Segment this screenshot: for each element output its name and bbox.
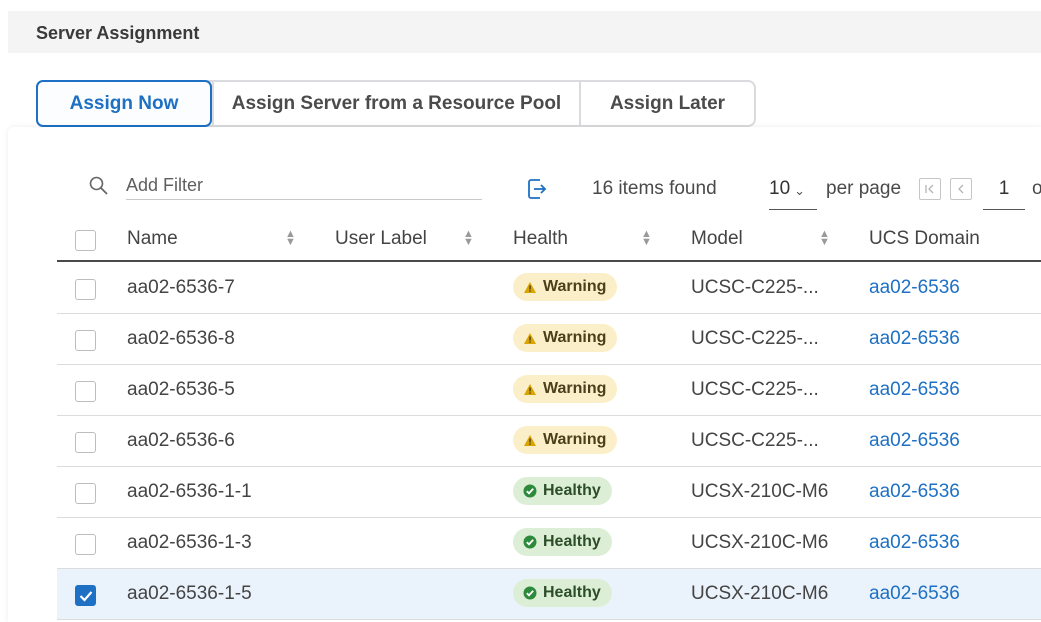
health-label: Healthy bbox=[543, 482, 601, 499]
server-name: aa02-6536-7 bbox=[127, 277, 235, 298]
health-badge: Warning bbox=[513, 324, 618, 352]
sort-icon[interactable]: ▲ ▼ bbox=[641, 229, 652, 248]
ucs-domain-link[interactable]: aa02-6536 bbox=[869, 481, 960, 503]
health-label: Warning bbox=[543, 329, 607, 346]
sort-icon[interactable]: ▲ ▼ bbox=[463, 229, 474, 248]
ucs-domain-link[interactable]: aa02-6536 bbox=[869, 379, 960, 401]
server-model: UCSC-C225-... bbox=[691, 379, 819, 400]
table-row[interactable]: aa02-6536-1-5 Healthy UCSX-210C-M6 aa02-653… bbox=[57, 569, 1041, 620]
row-checkbox[interactable] bbox=[75, 534, 96, 555]
tab-assign-now[interactable]: Assign Now bbox=[36, 80, 212, 127]
server-name: aa02-6536-6 bbox=[127, 430, 235, 451]
server-name: aa02-6536-8 bbox=[127, 328, 235, 349]
row-checkbox[interactable] bbox=[75, 585, 96, 606]
column-header-model[interactable]: Model bbox=[691, 228, 743, 250]
assignment-mode-tabs: Assign Now Assign Server from a Resource… bbox=[36, 80, 756, 127]
section-title: Server Assignment bbox=[36, 23, 200, 43]
first-page-button[interactable] bbox=[919, 178, 941, 200]
table-row[interactable]: aa02-6536-7 Warning UCSC-C225-... aa02-6536 bbox=[57, 263, 1041, 314]
server-model: UCSX-210C-M6 bbox=[691, 583, 829, 604]
health-label: Healthy bbox=[543, 584, 601, 601]
row-checkbox[interactable] bbox=[75, 330, 96, 351]
ucs-domain-link[interactable]: aa02-6536 bbox=[869, 532, 960, 554]
column-header-name[interactable]: Name bbox=[127, 228, 178, 250]
health-badge: Warning bbox=[513, 426, 618, 454]
check-circle-icon bbox=[523, 484, 537, 498]
sort-icon[interactable]: ▲ ▼ bbox=[819, 229, 830, 248]
ucs-domain-link[interactable]: aa02-6536 bbox=[869, 328, 960, 350]
row-checkbox[interactable] bbox=[75, 279, 96, 300]
row-checkbox[interactable] bbox=[75, 381, 96, 402]
table-header: Name ▲ ▼ User Label ▲ ▼ Health ▲ ▼ Model ▲ ▼… bbox=[57, 216, 1041, 262]
health-label: Healthy bbox=[543, 533, 601, 550]
prev-page-icon bbox=[958, 184, 964, 194]
table-row[interactable]: aa02-6536-5 Warning UCSC-C225-... aa02-6536 bbox=[57, 365, 1041, 416]
server-model: UCSC-C225-... bbox=[691, 430, 819, 451]
checkmark-icon bbox=[79, 590, 92, 602]
per-page-select[interactable]: 10 ⌄ bbox=[769, 176, 817, 210]
check-circle-icon bbox=[523, 586, 537, 600]
section-header: Server Assignment bbox=[8, 11, 1041, 53]
server-name: aa02-6536-5 bbox=[127, 379, 235, 400]
health-badge: Healthy bbox=[513, 528, 612, 556]
server-model: UCSX-210C-M6 bbox=[691, 532, 829, 553]
table-row[interactable]: aa02-6536-8 Warning UCSC-C225-... aa02-6536 bbox=[57, 314, 1041, 365]
filter-input[interactable] bbox=[126, 172, 482, 200]
first-page-icon bbox=[925, 184, 934, 194]
health-label: Warning bbox=[543, 431, 607, 448]
per-page-value: 10 bbox=[769, 178, 791, 199]
search-icon bbox=[89, 176, 108, 195]
server-name: aa02-6536-1-5 bbox=[127, 583, 252, 604]
page-number-input[interactable]: 1 bbox=[983, 176, 1025, 210]
health-label: Warning bbox=[543, 278, 607, 295]
prev-page-button[interactable] bbox=[950, 178, 972, 200]
ucs-domain-link[interactable]: aa02-6536 bbox=[869, 430, 960, 452]
ucs-domain-link[interactable]: aa02-6536 bbox=[869, 277, 960, 299]
warning-triangle-icon bbox=[524, 332, 536, 344]
warning-triangle-icon bbox=[524, 383, 536, 395]
tab-assign-later[interactable]: Assign Later bbox=[579, 82, 754, 125]
table-row[interactable]: aa02-6536-1-3 Healthy UCSX-210C-M6 aa02-653… bbox=[57, 518, 1041, 569]
server-name: aa02-6536-1-1 bbox=[127, 481, 252, 502]
check-circle-icon bbox=[523, 535, 537, 549]
column-header-health[interactable]: Health bbox=[513, 228, 568, 250]
health-badge: Healthy bbox=[513, 579, 612, 607]
server-model: UCSX-210C-M6 bbox=[691, 481, 829, 502]
row-checkbox[interactable] bbox=[75, 483, 96, 504]
warning-triangle-icon bbox=[524, 281, 536, 293]
health-badge: Warning bbox=[513, 375, 618, 403]
page-of-label: o bbox=[1032, 178, 1041, 199]
column-header-ucs-domain[interactable]: UCS Domain bbox=[869, 228, 980, 250]
table-row[interactable]: aa02-6536-6 Warning UCSC-C225-... aa02-6536 bbox=[57, 416, 1041, 467]
warning-triangle-icon bbox=[524, 434, 536, 446]
health-badge: Healthy bbox=[513, 477, 612, 505]
row-checkbox[interactable] bbox=[75, 432, 96, 453]
tab-assign-from-pool[interactable]: Assign Server from a Resource Pool bbox=[212, 82, 579, 125]
health-label: Warning bbox=[543, 380, 607, 397]
chevron-down-icon: ⌄ bbox=[794, 183, 806, 198]
health-badge: Warning bbox=[513, 273, 618, 301]
server-model: UCSC-C225-... bbox=[691, 328, 819, 349]
server-model: UCSC-C225-... bbox=[691, 277, 819, 298]
sort-icon[interactable]: ▲ ▼ bbox=[285, 229, 296, 248]
table-row[interactable]: aa02-6536-1-1 Healthy UCSX-210C-M6 aa02-653… bbox=[57, 467, 1041, 518]
filter-bar bbox=[88, 172, 482, 200]
export-icon[interactable] bbox=[526, 177, 548, 201]
items-found-count: 16 items found bbox=[592, 178, 717, 199]
ucs-domain-link[interactable]: aa02-6536 bbox=[869, 583, 960, 605]
select-all-checkbox[interactable] bbox=[75, 230, 96, 251]
per-page-label: per page bbox=[826, 178, 902, 199]
column-header-user-label[interactable]: User Label bbox=[335, 228, 427, 250]
server-name: aa02-6536-1-3 bbox=[127, 532, 252, 553]
